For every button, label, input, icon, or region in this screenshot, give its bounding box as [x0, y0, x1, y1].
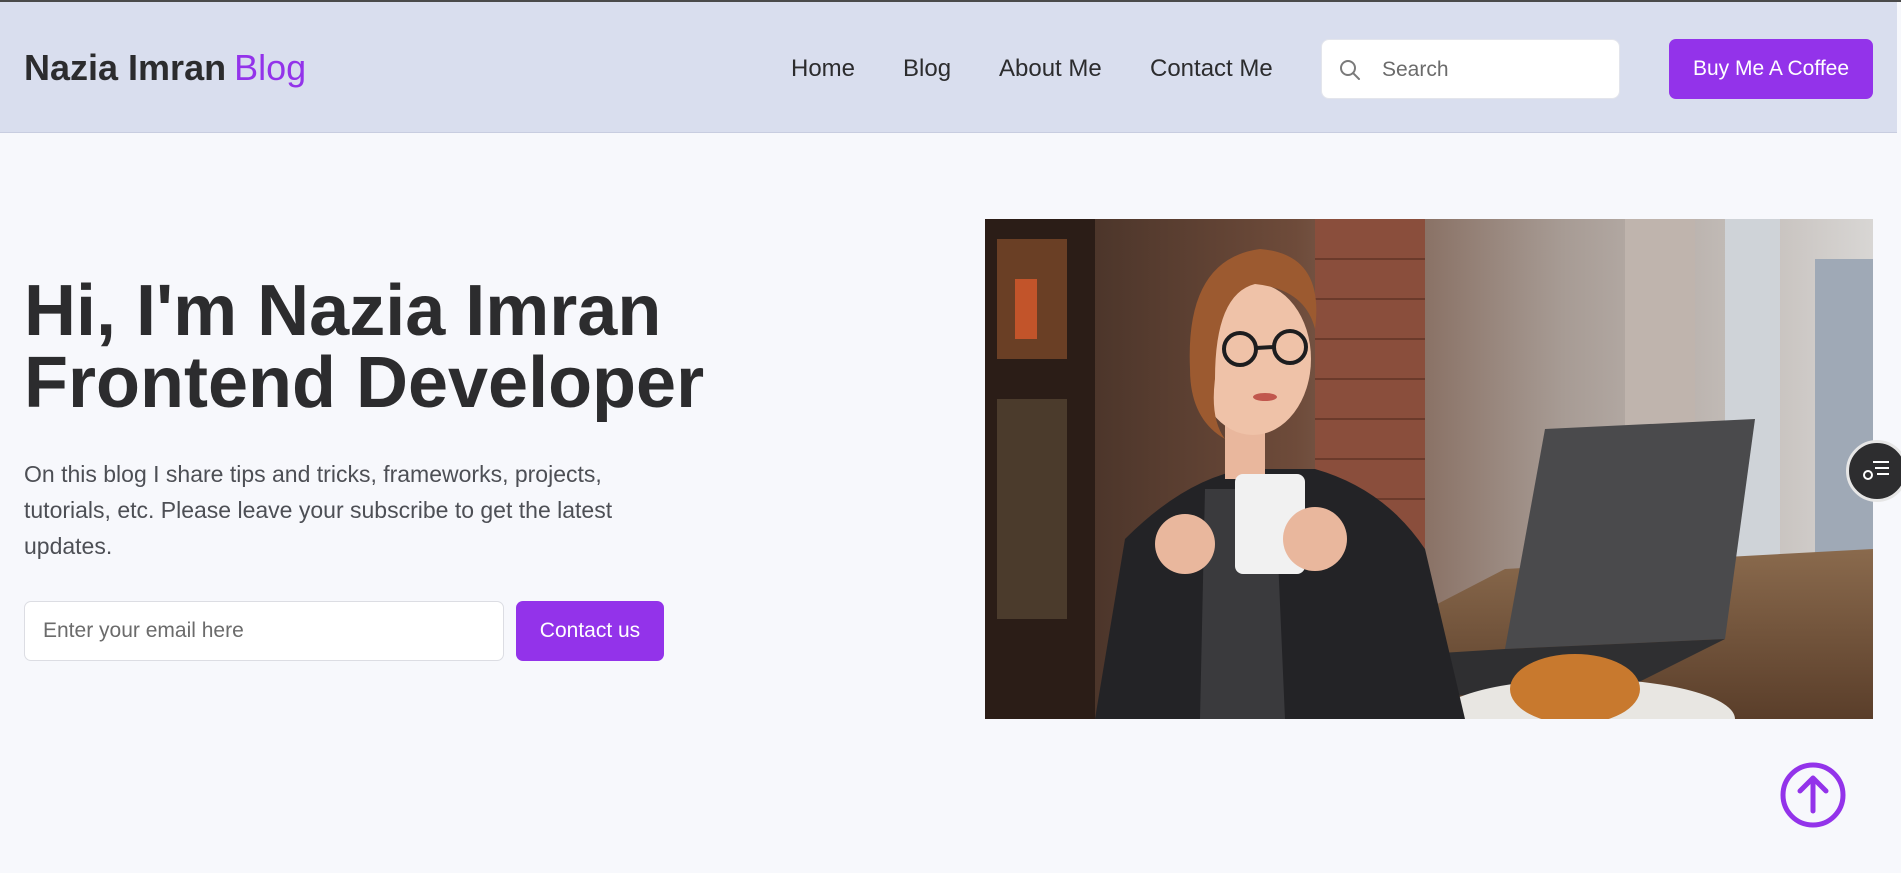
- nav-link-contact-me[interactable]: Contact Me: [1150, 54, 1273, 84]
- arrow-up-circle-icon: [1780, 762, 1846, 828]
- nav-link-about-me[interactable]: About Me: [999, 54, 1102, 84]
- hero-title-line-2: Frontend Developer: [24, 343, 705, 423]
- hero-title: Hi, I'm Nazia Imran Frontend Developer: [24, 275, 784, 419]
- brand-name: Nazia Imran: [24, 47, 227, 88]
- reader-menu-icon: [1863, 461, 1889, 480]
- buy-me-a-coffee-button[interactable]: Buy Me A Coffee: [1669, 39, 1873, 99]
- nav-link-blog[interactable]: Blog: [903, 54, 951, 84]
- search-icon: [1340, 60, 1360, 80]
- search-input[interactable]: [1380, 50, 1605, 90]
- hero-photo: [985, 219, 1873, 719]
- scroll-to-top-button[interactable]: [1779, 761, 1847, 829]
- nav-link-home[interactable]: Home: [791, 54, 855, 84]
- search-box[interactable]: [1321, 39, 1620, 99]
- email-field[interactable]: [24, 601, 504, 661]
- reader-menu-toggle[interactable]: [1846, 440, 1901, 502]
- site-logo[interactable]: Nazia Imran Blog: [24, 46, 306, 90]
- brand-accent: Blog: [234, 47, 307, 88]
- hero-description: On this blog I share tips and tricks, fr…: [24, 461, 613, 559]
- woman-with-coffee-illustration: [985, 219, 1873, 719]
- hero-title-line-1: Hi, I'm Nazia Imran: [24, 271, 662, 351]
- contact-us-button[interactable]: Contact us: [516, 601, 664, 661]
- site-header: Nazia Imran Blog Home Blog About Me Conta…: [0, 2, 1897, 133]
